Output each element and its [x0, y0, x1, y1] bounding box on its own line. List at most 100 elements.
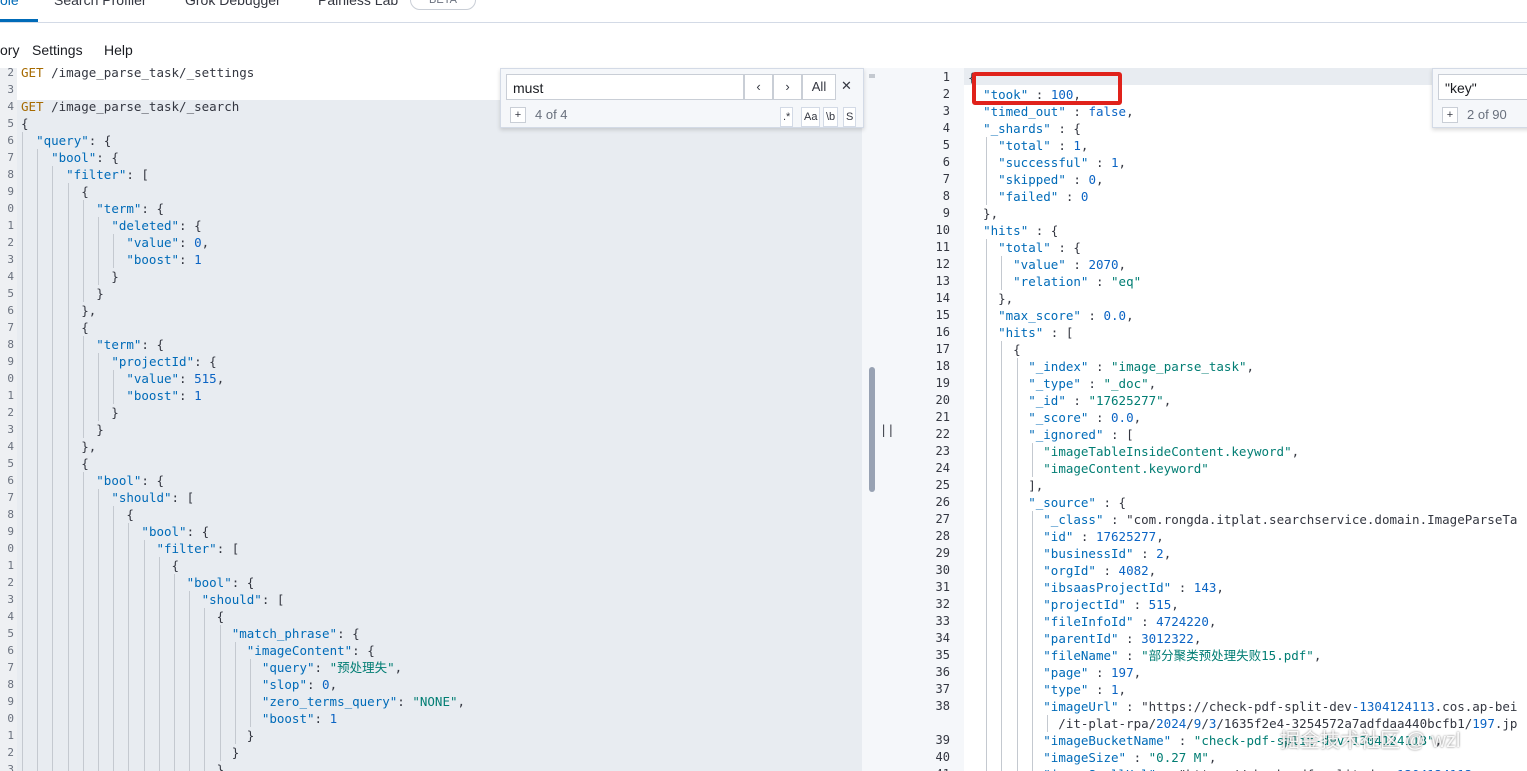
indent-guide [52, 268, 54, 285]
indent-guide [234, 727, 236, 744]
watermark: 掘金技术社区 @ wzl [1280, 730, 1461, 752]
request-code-line: "term": { [96, 201, 165, 216]
indent-guide [1001, 358, 1003, 375]
indent-guide [37, 353, 39, 370]
indent-guide [143, 540, 145, 557]
find-previous-button[interactable]: ‹ [744, 74, 773, 100]
response-viewer[interactable]: 1{2 "took" : 100, 3 "timed_out" : false, 4… [892, 68, 1527, 771]
indent-guide [52, 642, 54, 659]
indent-guide [67, 540, 69, 557]
pane-divider[interactable] [862, 68, 892, 771]
request-code-line: "filter": [ [66, 167, 149, 182]
response-code-line: "hits" : [ [998, 325, 1074, 340]
find-next-button[interactable]: › [773, 74, 802, 100]
tab-grok-debugger[interactable]: Grok Debugger [185, 0, 281, 8]
indent-guide [52, 404, 54, 421]
request-line-number: 2 [7, 576, 14, 589]
menu-help[interactable]: Help [104, 42, 133, 58]
response-code-line: }, [968, 291, 1014, 306]
indent-guide [189, 659, 191, 676]
indent-guide [143, 761, 145, 771]
request-code-line: } [21, 745, 240, 760]
indent-guide [143, 642, 145, 659]
indent-guide [22, 625, 23, 642]
close-search-icon[interactable]: ✕ [841, 78, 852, 94]
find-all-button[interactable]: All [802, 74, 836, 100]
indent-guide [98, 234, 99, 251]
request-line-number: 6 [7, 474, 14, 487]
indent-guide [67, 438, 69, 455]
response-line-number: 10 [935, 223, 950, 237]
tab-search-profiler[interactable]: Search Profiler [54, 0, 147, 8]
indent-guide [1001, 579, 1003, 596]
indent-guide [67, 761, 69, 771]
request-scrollbar[interactable] [869, 367, 875, 492]
indent-guide [1001, 630, 1003, 647]
response-code-line: "timed_out" : false, [983, 104, 1134, 119]
toggle-replace-button[interactable]: + [510, 107, 526, 123]
indent-guide [52, 319, 54, 336]
indent-guide [1016, 443, 1018, 460]
response-line-number: 1 [942, 70, 950, 84]
request-code-line: "match_phrase": { [231, 626, 360, 641]
response-code-line: "_ignored" : [ [1028, 427, 1134, 442]
indent-guide [986, 290, 988, 307]
response-line-number: 17 [935, 342, 950, 356]
tab-console[interactable]: ole [0, 0, 19, 8]
scrollbar-cap [869, 74, 875, 78]
indent-guide [67, 234, 69, 251]
indent-guide [67, 574, 69, 591]
indent-guide [158, 591, 160, 608]
indent-guide [113, 251, 115, 268]
case-sensitive-toggle[interactable]: Aa [801, 107, 821, 127]
indent-guide [22, 489, 23, 506]
indent-guide [98, 557, 99, 574]
indent-guide [98, 744, 99, 761]
indent-guide [82, 404, 84, 421]
request-search-input[interactable]: must [506, 74, 744, 100]
toggle-replace-button-response[interactable]: + [1442, 107, 1458, 123]
indent-guide [158, 710, 160, 727]
menu-settings[interactable]: Settings [32, 42, 83, 58]
indent-guide [1001, 443, 1003, 460]
indent-guide [82, 506, 84, 523]
request-line-number: 8 [7, 168, 14, 181]
indent-guide [986, 613, 988, 630]
response-line-number: 8 [942, 189, 950, 203]
indent-guide [1001, 375, 1003, 392]
indent-guide [1001, 613, 1003, 630]
request-editor[interactable]: 2 GET /image_parse_task/_settings 3 4 GET /i… [0, 68, 862, 771]
indent-guide [1016, 375, 1018, 392]
indent-guide [1031, 545, 1033, 562]
indent-guide [67, 455, 69, 472]
response-code-line: "imageUrl" : "https://check-pdf-split-de… [1043, 699, 1518, 714]
search-in-selection-toggle[interactable]: S [843, 107, 857, 127]
request-line-number: 9 [7, 695, 14, 708]
indent-guide [1001, 664, 1003, 681]
indent-guide [82, 642, 84, 659]
request-code-line: } [21, 422, 104, 437]
indent-guide [986, 239, 988, 256]
tab-painless-lab[interactable]: Painless Lab [318, 0, 398, 8]
indent-guide [986, 562, 988, 579]
response-code-line: "successful" : 1, [998, 155, 1127, 170]
indent-guide [1016, 545, 1018, 562]
indent-guide [67, 472, 69, 489]
menu-history[interactable]: ory [0, 42, 19, 58]
indent-guide [1001, 494, 1003, 511]
response-line-number: 31 [935, 580, 950, 594]
indent-guide [22, 659, 23, 676]
indent-guide [67, 727, 69, 744]
app-tabs: ole Search Profiler Grok Debugger Painle… [0, 0, 1527, 23]
response-search-input[interactable]: "key" [1438, 74, 1527, 100]
indent-guide [22, 404, 23, 421]
indent-guide [98, 540, 99, 557]
whole-word-toggle[interactable]: \b [823, 107, 839, 127]
request-line-number: 2 [7, 406, 14, 419]
regex-toggle[interactable]: .* [780, 107, 794, 127]
indent-guide [204, 676, 206, 693]
indent-guide [1001, 766, 1003, 771]
indent-guide [189, 761, 191, 771]
indent-guide [1031, 664, 1033, 681]
indent-guide [67, 183, 69, 200]
